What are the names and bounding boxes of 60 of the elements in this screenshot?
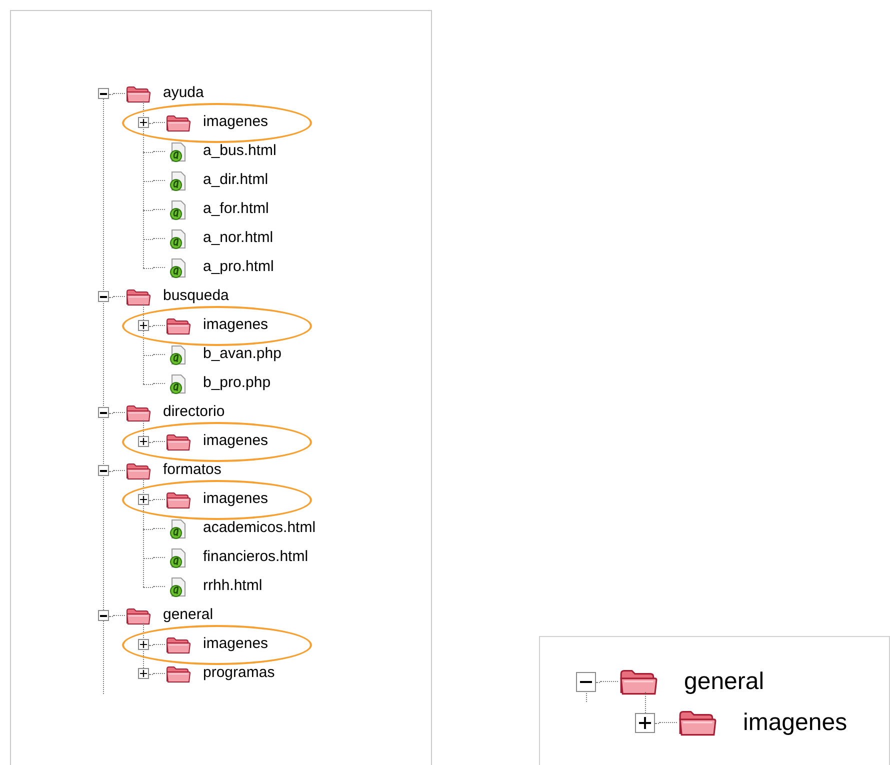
collapse-toggle[interactable] <box>98 88 108 99</box>
file-label[interactable]: a_bus.html <box>203 140 276 163</box>
folder-icon <box>165 664 191 684</box>
file-label[interactable]: a_for.html <box>203 198 269 221</box>
folder-icon <box>165 634 191 654</box>
plus-icon <box>140 496 146 503</box>
plus-icon <box>140 322 146 329</box>
collapse-toggle[interactable] <box>98 407 108 418</box>
minus-icon <box>100 470 106 472</box>
folder-label[interactable]: imagenes <box>203 111 268 134</box>
folder-label[interactable]: imagenes <box>743 704 848 740</box>
folder-label[interactable]: imagenes <box>203 314 268 337</box>
folder-label[interactable]: imagenes <box>203 633 268 656</box>
folder-icon <box>165 490 191 510</box>
collapse-toggle[interactable] <box>98 610 108 621</box>
collapse-toggle[interactable] <box>98 465 108 476</box>
plus-icon <box>140 438 146 445</box>
folder-icon <box>125 84 151 104</box>
folder-label[interactable]: programas <box>203 662 275 685</box>
collapse-toggle[interactable] <box>576 672 596 692</box>
folder-label[interactable]: formatos <box>163 459 222 482</box>
minus-icon <box>100 412 106 414</box>
collapse-toggle[interactable] <box>98 291 108 302</box>
minus-icon <box>100 614 106 616</box>
expand-toggle[interactable] <box>138 320 148 331</box>
file-label[interactable]: b_avan.php <box>203 343 282 366</box>
folder-label[interactable]: busqueda <box>163 285 229 308</box>
folder-icon <box>125 286 151 306</box>
file-label[interactable]: academicos.html <box>203 517 316 540</box>
folder-icon <box>165 112 191 132</box>
folder-label[interactable]: general <box>163 604 214 627</box>
folder-icon <box>125 460 151 480</box>
folder-label[interactable]: imagenes <box>203 430 268 453</box>
folder-icon <box>165 432 191 452</box>
plus-icon <box>140 119 146 126</box>
file-label[interactable]: a_dir.html <box>203 169 268 192</box>
plus-icon <box>639 716 651 728</box>
minus-icon <box>100 92 106 94</box>
folder-icon <box>165 316 191 336</box>
plus-icon <box>140 641 146 648</box>
minus-icon <box>580 680 592 682</box>
folder-label[interactable]: directorio <box>163 401 225 424</box>
file-label[interactable]: a_nor.html <box>203 227 274 250</box>
folder-icon <box>125 402 151 422</box>
file-label[interactable]: a_pro.html <box>203 256 274 279</box>
file-label[interactable]: financieros.html <box>203 546 308 569</box>
folder-label[interactable]: ayuda <box>163 82 204 105</box>
minus-icon <box>100 296 106 298</box>
folder-icon <box>125 606 151 626</box>
expand-toggle[interactable] <box>635 712 655 732</box>
expand-toggle[interactable] <box>138 668 148 679</box>
expand-toggle[interactable] <box>138 639 148 650</box>
plus-icon <box>140 670 146 677</box>
file-label[interactable]: rrhh.html <box>203 575 262 598</box>
expand-toggle[interactable] <box>138 117 148 128</box>
folder-label[interactable]: imagenes <box>203 488 268 511</box>
folder-label[interactable]: general <box>684 664 764 700</box>
file-label[interactable]: b_pro.php <box>203 372 271 395</box>
expand-toggle[interactable] <box>138 494 148 505</box>
expand-toggle[interactable] <box>138 436 148 447</box>
